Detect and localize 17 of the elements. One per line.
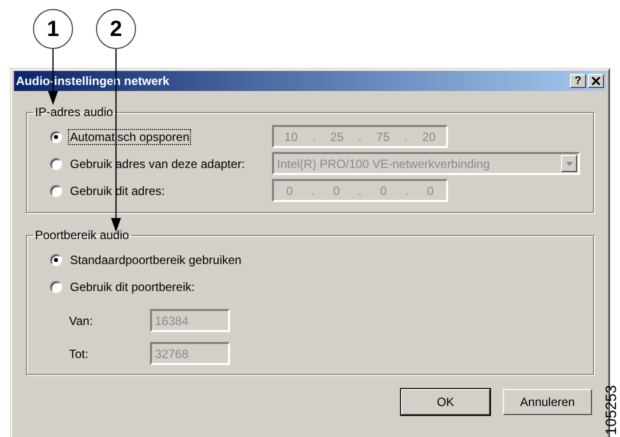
callout-number: 1 [33,9,73,49]
callout-number: 2 [96,9,136,49]
radio-label[interactable]: Standaardpoortbereik gebruiken [68,252,244,268]
field-label: Tot: [69,346,90,360]
radio-button[interactable] [50,280,62,292]
radio-button[interactable] [50,254,62,266]
group-title: Poortbereik audio [34,228,130,242]
dialog-button[interactable]: OK [401,389,490,415]
close-icon[interactable] [592,77,600,85]
group-title: IP-adres audio [34,105,114,119]
close-button[interactable] [588,74,604,88]
figure-number: 105253 [603,384,620,435]
window-title: Audio-instellingen netwerk [16,74,170,88]
field-label: Van: [69,314,94,328]
radio-label[interactable]: Gebruik dit poortbereik: [68,278,197,294]
help-button[interactable]: ? [570,74,586,88]
dialog-button[interactable]: Annuleren [503,389,592,415]
